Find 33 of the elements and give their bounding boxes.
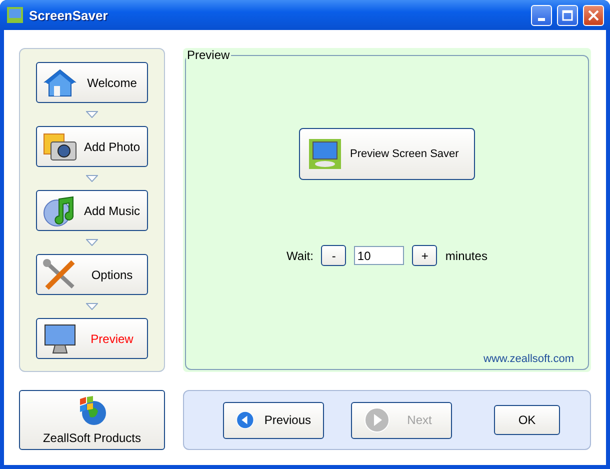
tools-icon xyxy=(43,258,77,290)
close-icon xyxy=(588,10,599,20)
step-button[interactable]: Add Music xyxy=(36,190,148,231)
step-button[interactable]: Add Photo xyxy=(36,126,148,167)
down-arrow-icon xyxy=(86,111,98,118)
products-button[interactable]: ZeallSoft Products xyxy=(19,390,165,450)
preview-screen-saver-button[interactable]: Preview Screen Saver xyxy=(299,128,475,180)
house-icon xyxy=(43,68,77,98)
maximize-icon xyxy=(562,10,573,20)
minimize-button[interactable] xyxy=(531,4,552,26)
unit-label: minutes xyxy=(445,248,488,262)
decrement-button[interactable]: - xyxy=(321,245,346,266)
close-button[interactable] xyxy=(583,4,604,26)
down-arrow-icon xyxy=(86,303,98,310)
increment-button[interactable]: + xyxy=(412,245,438,266)
step-button[interactable]: Preview xyxy=(36,318,148,359)
camera-icon xyxy=(43,132,77,162)
ok-button[interactable]: OK xyxy=(494,405,560,435)
down-arrow-icon xyxy=(86,239,98,246)
monitor-icon xyxy=(308,138,342,170)
step-button[interactable]: Options xyxy=(36,254,148,295)
monitor-icon xyxy=(6,6,24,24)
minutes-field[interactable]: 10 xyxy=(354,246,404,265)
down-arrow-icon xyxy=(86,175,98,182)
step-button[interactable]: Welcome xyxy=(36,62,148,103)
wait-label: Wait: xyxy=(286,248,314,262)
minimize-icon xyxy=(538,18,545,20)
group-title: Preview xyxy=(186,48,231,62)
monitor-icon xyxy=(43,322,77,354)
maximize-button[interactable] xyxy=(557,4,578,26)
previous-button[interactable]: Previous xyxy=(223,402,324,438)
window-title: ScreenSaver xyxy=(29,8,109,22)
website-link[interactable]: www.zeallsoft.com xyxy=(484,353,574,365)
